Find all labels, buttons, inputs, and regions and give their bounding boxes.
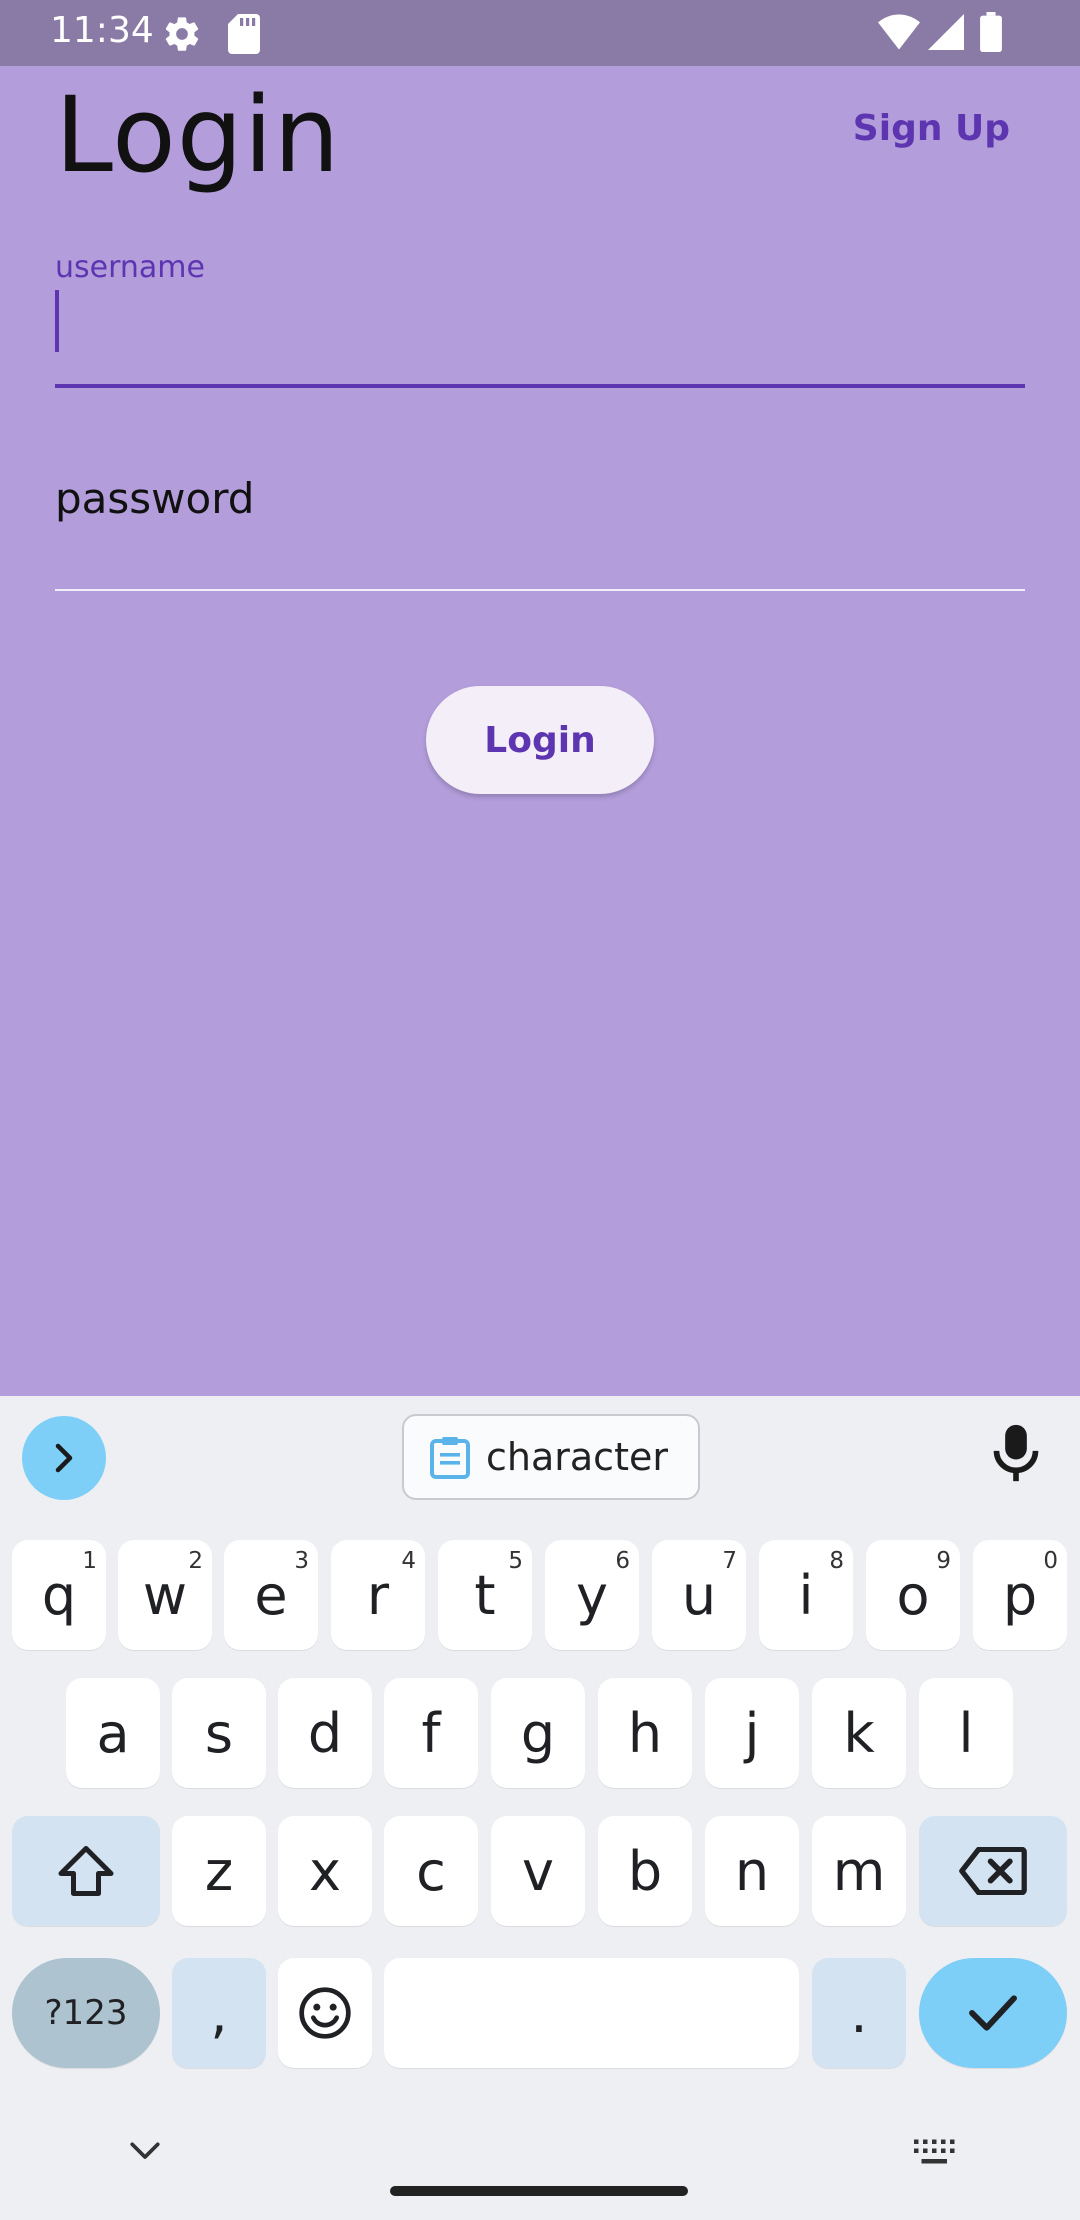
key-r[interactable]: r4	[331, 1540, 425, 1650]
key-label: u	[681, 1563, 717, 1627]
shift-key[interactable]	[12, 1816, 160, 1926]
key-s[interactable]: s	[172, 1678, 266, 1788]
username-underline	[55, 384, 1025, 388]
key-hint: 9	[936, 1548, 951, 1574]
key-h[interactable]: h	[598, 1678, 692, 1788]
key-t[interactable]: t5	[438, 1540, 532, 1650]
key-label: o	[896, 1563, 930, 1627]
key-hint: 8	[829, 1548, 844, 1574]
cell-signal-icon	[928, 14, 964, 55]
space-key[interactable]	[384, 1958, 799, 2068]
backspace-key[interactable]	[919, 1816, 1067, 1926]
key-e[interactable]: e3	[224, 1540, 318, 1650]
key-o[interactable]: o9	[866, 1540, 960, 1650]
key-hint: 7	[722, 1548, 737, 1574]
backspace-icon	[959, 1847, 1027, 1895]
shift-icon	[58, 1846, 114, 1896]
key-hint: 6	[615, 1548, 630, 1574]
sd-card-icon	[228, 14, 260, 59]
key-hint: 2	[188, 1548, 203, 1574]
key-n[interactable]: n	[705, 1816, 799, 1926]
password-underline	[55, 589, 1025, 591]
login-screen: Login Sign Up username password Login	[0, 66, 1080, 1396]
period-key[interactable]: .	[812, 1958, 906, 2068]
username-label: username	[55, 250, 205, 285]
wifi-icon	[878, 14, 920, 55]
key-k[interactable]: k	[812, 1678, 906, 1788]
key-u[interactable]: u7	[652, 1540, 746, 1650]
keyboard-switcher-icon[interactable]	[912, 2138, 958, 2173]
enter-key[interactable]	[919, 1958, 1067, 2068]
key-b[interactable]: b	[598, 1816, 692, 1926]
login-button[interactable]: Login	[426, 686, 654, 794]
key-hint: 4	[401, 1548, 416, 1574]
chevron-right-icon	[55, 1443, 73, 1473]
clipboard-icon	[430, 1437, 470, 1479]
emoji-icon	[299, 1987, 351, 2039]
emoji-key[interactable]	[278, 1958, 372, 2068]
key-f[interactable]: f	[384, 1678, 478, 1788]
key-hint: 3	[294, 1548, 309, 1574]
key-v[interactable]: v	[491, 1816, 585, 1926]
key-label: q	[41, 1563, 77, 1627]
key-y[interactable]: y6	[545, 1540, 639, 1650]
symbols-key[interactable]: ?123	[12, 1958, 160, 2068]
status-time: 11:34	[50, 10, 154, 51]
home-indicator[interactable]	[390, 2186, 688, 2196]
suggestion-text: character	[486, 1435, 668, 1479]
key-q[interactable]: q1	[12, 1540, 106, 1650]
key-p[interactable]: p0	[973, 1540, 1067, 1650]
key-label: p	[1002, 1563, 1038, 1627]
key-hint: 1	[82, 1548, 97, 1574]
key-label: i	[798, 1563, 814, 1627]
soft-keyboard: character q1 w2 e3 r4 t5 y6 u7 i8 o9 p0 …	[0, 1396, 1080, 2220]
checkmark-icon	[969, 1995, 1017, 2031]
key-z[interactable]: z	[172, 1816, 266, 1926]
keyboard-expand-button[interactable]	[22, 1416, 106, 1500]
key-l[interactable]: l	[919, 1678, 1013, 1788]
key-label: w	[142, 1563, 188, 1627]
clipboard-suggestion-chip[interactable]: character	[402, 1414, 700, 1500]
microphone-icon[interactable]	[990, 1422, 1042, 1489]
key-label: r	[366, 1563, 390, 1627]
key-j[interactable]: j	[705, 1678, 799, 1788]
key-x[interactable]: x	[278, 1816, 372, 1926]
key-w[interactable]: w2	[118, 1540, 212, 1650]
key-hint: 5	[508, 1548, 523, 1574]
key-m[interactable]: m	[812, 1816, 906, 1926]
key-label: e	[254, 1563, 288, 1627]
status-bar: 11:34	[0, 0, 1080, 66]
password-input[interactable]	[55, 461, 1025, 571]
page-title: Login	[55, 74, 341, 196]
key-i[interactable]: i8	[759, 1540, 853, 1650]
key-label: y	[576, 1563, 608, 1627]
text-cursor	[55, 290, 59, 352]
key-a[interactable]: a	[66, 1678, 160, 1788]
hide-keyboard-icon[interactable]	[128, 2138, 162, 2167]
username-input[interactable]	[55, 288, 1025, 368]
battery-icon	[980, 12, 1002, 57]
key-d[interactable]: d	[278, 1678, 372, 1788]
sign-up-button[interactable]: Sign Up	[853, 108, 1010, 149]
key-hint: 0	[1043, 1548, 1058, 1574]
key-g[interactable]: g	[491, 1678, 585, 1788]
key-c[interactable]: c	[384, 1816, 478, 1926]
comma-key[interactable]: ,	[172, 1958, 266, 2068]
settings-gear-icon	[162, 14, 202, 59]
key-label: t	[474, 1563, 496, 1627]
